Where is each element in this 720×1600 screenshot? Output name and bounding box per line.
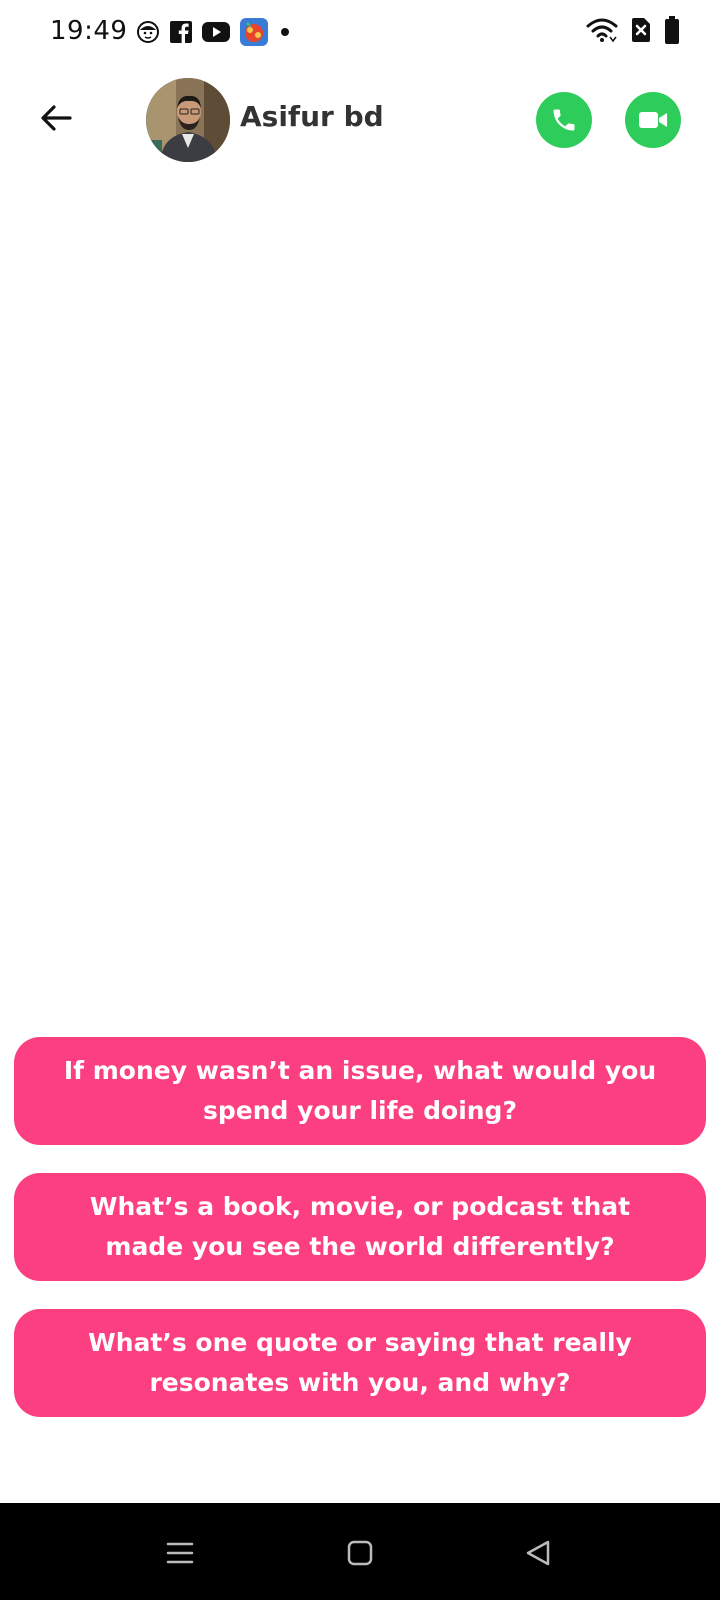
face-icon — [136, 20, 160, 44]
video-camera-icon — [639, 112, 667, 128]
wifi-icon — [586, 17, 618, 43]
suggestion-chip[interactable]: What’s a book, movie, or podcast that ma… — [14, 1173, 706, 1281]
back-button[interactable] — [34, 96, 78, 140]
avatar[interactable] — [146, 78, 230, 162]
suggestion-list: If money wasn’t an issue, what would you… — [14, 1037, 706, 1445]
home-button[interactable] — [340, 1533, 380, 1573]
recent-apps-button[interactable] — [160, 1533, 200, 1573]
navigation-bar — [0, 1503, 720, 1600]
voice-call-button[interactable] — [536, 92, 592, 148]
youtube-icon — [202, 22, 230, 42]
no-sim-icon — [630, 17, 652, 43]
system-icons — [586, 16, 680, 44]
game-app-icon — [240, 18, 268, 46]
notification-icons — [136, 18, 292, 46]
phone-icon — [553, 109, 575, 131]
back-triangle-icon — [526, 1540, 550, 1566]
status-bar: 19:49 — [0, 0, 720, 64]
dot-icon — [278, 25, 292, 39]
suggestion-chip[interactable]: If money wasn’t an issue, what would you… — [14, 1037, 706, 1145]
facebook-icon — [170, 21, 192, 43]
status-time: 19:49 — [50, 16, 128, 46]
video-call-button[interactable] — [625, 92, 681, 148]
battery-icon — [664, 16, 680, 44]
chat-screen: 19:49 Asifur bd If money wasn’t an issue… — [0, 0, 720, 1600]
home-icon — [347, 1540, 373, 1566]
contact-name[interactable]: Asifur bd — [240, 100, 384, 133]
chat-header: Asifur bd — [0, 70, 720, 170]
suggestion-chip[interactable]: What’s one quote or saying that really r… — [14, 1309, 706, 1417]
recent-apps-icon — [166, 1542, 194, 1564]
arrow-left-icon — [41, 105, 72, 131]
system-back-button[interactable] — [518, 1533, 558, 1573]
